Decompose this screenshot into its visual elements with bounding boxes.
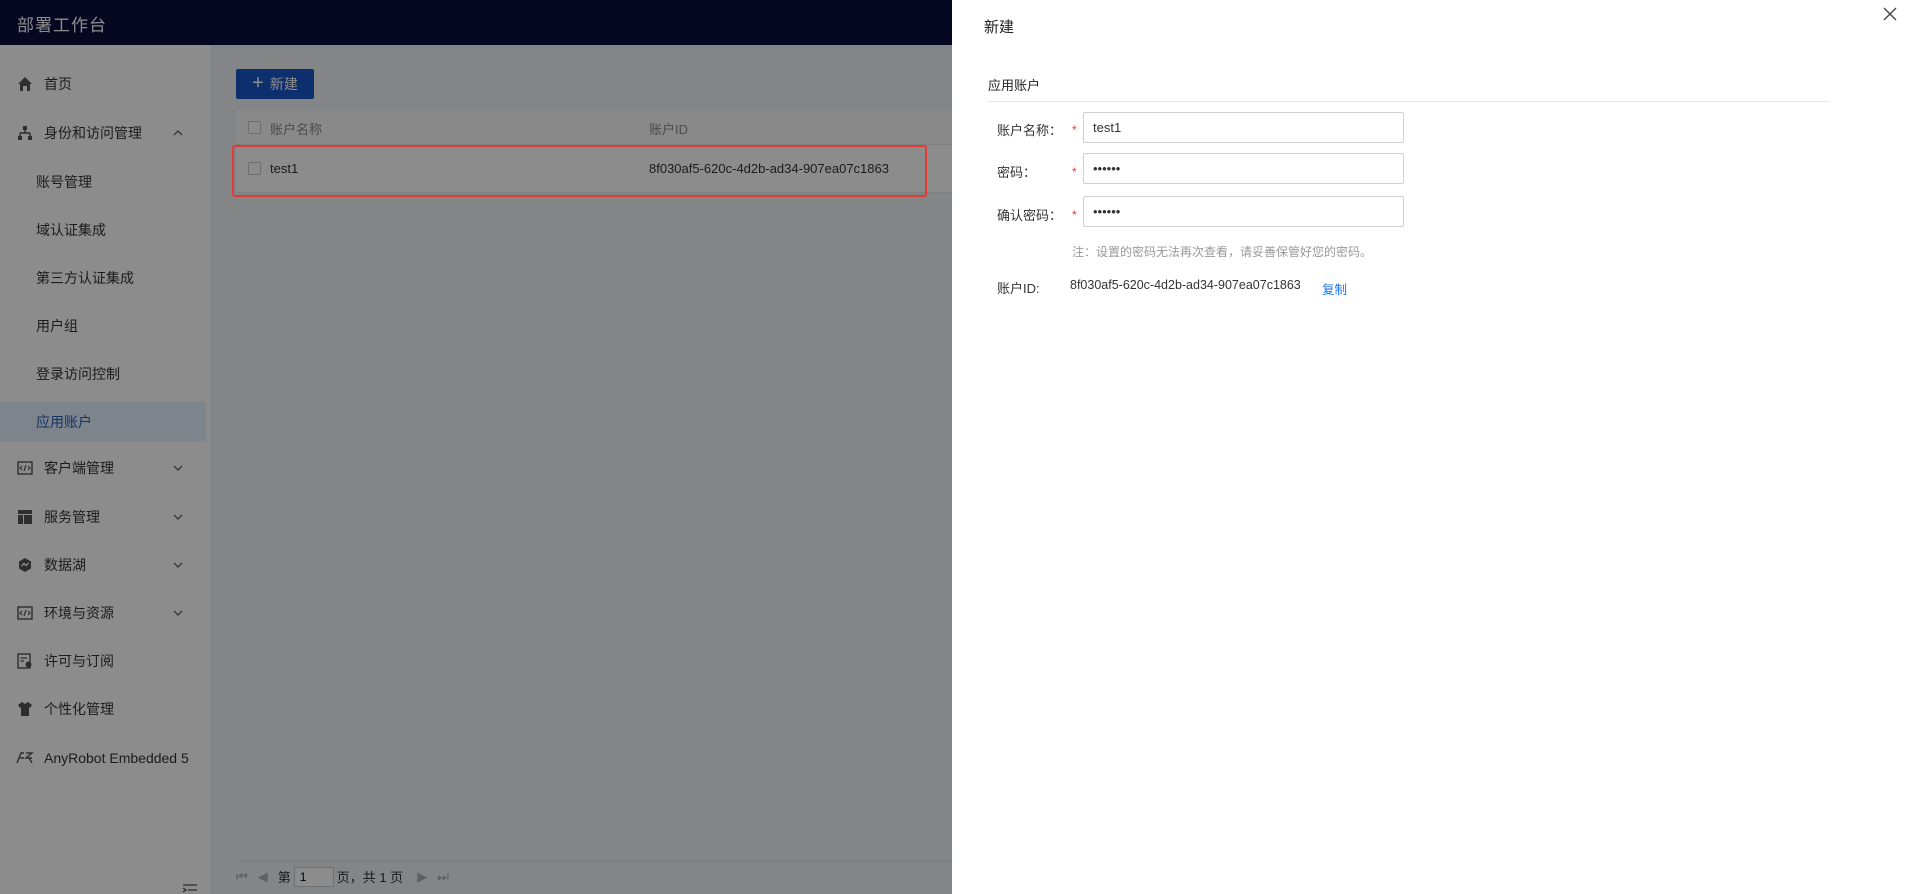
- copy-link[interactable]: 复制: [1322, 279, 1347, 298]
- required-mark: *: [1072, 208, 1077, 222]
- account-id-value: 8f030af5-620c-4d2b-ad34-907ea07c1863: [1070, 278, 1301, 292]
- account-id-label: 账户ID:: [997, 281, 1040, 296]
- close-icon[interactable]: [1882, 6, 1898, 22]
- section-title: 应用账户: [988, 78, 1041, 93]
- account-name-label: 账户名称：: [997, 123, 1063, 138]
- new-account-drawer: 新建 应用账户 账户名称： * 密码： * 确认密码： * 注：设置的密码无法再…: [952, 0, 1905, 894]
- modal-overlay[interactable]: [0, 0, 952, 894]
- password-label: 密码：: [997, 165, 1037, 180]
- required-mark: *: [1072, 123, 1077, 137]
- confirm-password-input[interactable]: [1083, 196, 1404, 227]
- password-hint: 注：设置的密码无法再次查看，请妥善保管好您的密码。: [1072, 245, 1373, 259]
- section-divider: [988, 101, 1830, 102]
- row-highlight-box: [232, 145, 927, 197]
- required-mark: *: [1072, 165, 1077, 179]
- password-input[interactable]: [1083, 153, 1404, 184]
- drawer-title: 新建: [984, 19, 1015, 36]
- account-name-input[interactable]: [1083, 112, 1404, 143]
- confirm-password-label: 确认密码：: [997, 208, 1063, 223]
